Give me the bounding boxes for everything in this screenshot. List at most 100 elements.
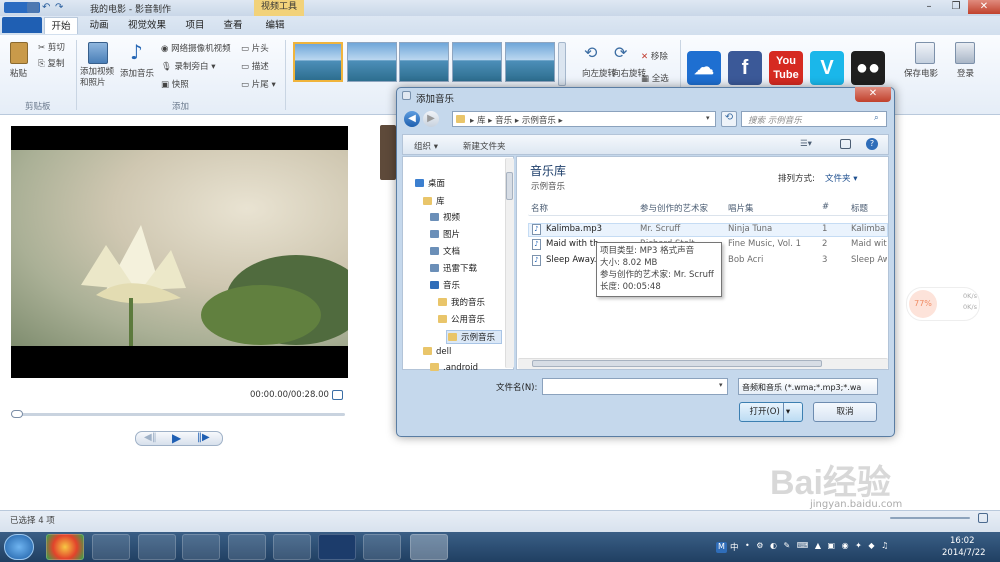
seek-thumb[interactable] [11, 410, 23, 418]
dialog-close-button[interactable]: ✕ [855, 87, 891, 102]
copy-button[interactable]: ⎘ 复制 [38, 57, 65, 69]
view-options-icon[interactable]: ☰▾ [800, 139, 812, 149]
column-number[interactable]: # [822, 202, 829, 212]
theme-thumbnail[interactable] [399, 42, 449, 82]
open-button[interactable]: 打开(O) ▾ [739, 402, 803, 422]
title-button[interactable]: ▭ 片头 [241, 42, 269, 54]
taskbar-sticky-notes-icon[interactable] [92, 534, 130, 560]
add-music-button[interactable]: 添加音乐 [120, 67, 154, 79]
breadcrumb[interactable]: ▸ 库 ▸ 音乐 ▸ 示例音乐 ▸ [470, 114, 563, 126]
webcam-button[interactable]: ◉ 网络摄像机视频 [161, 42, 231, 54]
arrange-dropdown[interactable]: 文件夹 ▾ [825, 172, 857, 184]
timeline-clip[interactable] [380, 125, 396, 180]
paste-icon[interactable] [10, 42, 28, 64]
ime-m-icon[interactable]: M [716, 542, 727, 553]
select-all-button[interactable]: ▦ 全选 [641, 72, 669, 84]
nav-item-7[interactable]: 我的音乐 [438, 296, 485, 308]
back-button[interactable]: ◀ [404, 111, 420, 127]
clock-time[interactable]: 16:02 [950, 536, 975, 546]
nav-item-1[interactable]: 库 [423, 195, 445, 207]
preview-pane-icon[interactable] [840, 139, 851, 149]
nav-item-2[interactable]: 视频 [430, 211, 460, 223]
nav-scroll-thumb[interactable] [506, 172, 513, 200]
clock-date[interactable]: 2014/7/22 [942, 548, 986, 558]
nav-item-10[interactable]: dell [423, 347, 451, 357]
column-title[interactable]: 标题 [851, 202, 868, 214]
tab-visual-effects[interactable]: 视觉效果 [122, 17, 172, 34]
add-video-button[interactable]: 添加视频和照片 [80, 67, 120, 89]
remove-button[interactable]: ✕ 移除 [641, 50, 668, 62]
zoom-slider[interactable] [890, 517, 970, 519]
add-video-icon[interactable] [88, 42, 108, 64]
youtube-icon[interactable]: You Tube [769, 51, 803, 85]
taskbar-phone-app-icon[interactable] [228, 534, 266, 560]
facebook-icon[interactable]: f [728, 51, 762, 85]
tab-home[interactable]: 开始 [44, 17, 78, 34]
refresh-icon[interactable]: ⟲ [721, 111, 737, 127]
paste-label[interactable]: 粘贴 [10, 67, 27, 79]
taskbar-explorer-icon[interactable] [182, 534, 220, 560]
zoom-fit-icon[interactable] [978, 513, 988, 523]
theme-thumbnail[interactable] [293, 42, 343, 82]
close-button[interactable]: ✕ [968, 0, 1000, 14]
previous-frame-icon[interactable]: ◀‖ [144, 432, 157, 443]
nav-item-11[interactable]: .android [430, 363, 478, 373]
narration-button[interactable]: 🎙 录制旁白 ▾ [161, 60, 215, 72]
music-note-icon[interactable]: ♪ [130, 42, 146, 64]
maximize-button[interactable]: ❐ [944, 0, 968, 14]
caption-button[interactable]: ▭ 描述 [241, 60, 269, 72]
horizontal-scroll-thumb[interactable] [532, 360, 822, 367]
tab-project[interactable]: 项目 [178, 17, 212, 34]
filetype-select[interactable]: 音频和音乐 (*.wma;*.mp3;*.wa [738, 378, 878, 395]
file-tab[interactable] [2, 17, 42, 33]
taskbar-word-icon[interactable] [273, 534, 311, 560]
nav-item-6[interactable]: 音乐 [430, 279, 460, 291]
new-folder-button[interactable]: 新建文件夹 [463, 140, 506, 152]
tab-edit[interactable]: 编辑 [258, 17, 292, 34]
taskbar-tool-icon[interactable] [363, 534, 401, 560]
theme-thumbnail[interactable] [347, 42, 397, 82]
nav-item-0[interactable]: 桌面 [415, 177, 445, 189]
filename-dropdown-icon[interactable]: ▾ [719, 381, 723, 389]
rotate-left-button[interactable]: 向左旋转 [582, 67, 616, 79]
save-icon[interactable] [27, 2, 39, 13]
address-dropdown-icon[interactable]: ▾ [706, 114, 710, 122]
onedrive-icon[interactable]: ☁ [687, 51, 721, 85]
cut-button[interactable]: ✂ 剪切 [38, 41, 65, 53]
theme-thumbnail[interactable] [505, 42, 555, 82]
column-artist[interactable]: 参与创作的艺术家 [640, 202, 708, 214]
gallery-scroll[interactable] [558, 42, 566, 86]
theme-thumbnail[interactable] [452, 42, 502, 82]
forward-button[interactable]: ▶ [423, 111, 439, 127]
taskbar-movie-maker-icon[interactable] [410, 534, 448, 560]
flickr-icon[interactable]: ●● [851, 51, 885, 85]
nav-item-3[interactable]: 图片 [430, 228, 460, 240]
taskbar-chrome-icon[interactable] [46, 534, 84, 560]
search-icon[interactable]: ⌕ [874, 113, 879, 123]
address-bar[interactable]: ▸ 库 ▸ 音乐 ▸ 示例音乐 ▸ ▾ [452, 111, 716, 127]
redo-icon[interactable]: ↷ [55, 2, 67, 13]
filename-input[interactable] [542, 378, 728, 395]
ime-language[interactable]: 中 [730, 541, 739, 553]
cancel-button[interactable]: 取消 [813, 402, 877, 422]
rotate-right-icon[interactable]: ⟳ [614, 43, 634, 62]
fullscreen-icon[interactable] [332, 390, 343, 400]
start-button[interactable] [4, 534, 34, 560]
organize-button[interactable]: 组织 ▾ [414, 140, 438, 152]
nav-item-8[interactable]: 公用音乐 [438, 313, 485, 325]
nav-item-4[interactable]: 文档 [430, 245, 460, 257]
rotate-left-icon[interactable]: ⟲ [584, 43, 604, 62]
tray-icons[interactable]: • ⚙ ◐ ✎ ⌨ ▲ ▣ ◉ ✦ ◆ ♫ [745, 541, 890, 550]
snapshot-button[interactable]: ▣ 快照 [161, 78, 189, 90]
search-input[interactable]: 搜索 示例音乐 ⌕ [741, 111, 887, 127]
help-icon[interactable]: ? [866, 138, 878, 150]
seek-bar[interactable] [11, 413, 345, 416]
taskbar-excel-icon[interactable] [138, 534, 176, 560]
column-album[interactable]: 唱片集 [728, 202, 754, 214]
play-icon[interactable]: ▶ [172, 431, 181, 445]
tab-animations[interactable]: 动画 [82, 17, 116, 34]
signin-button[interactable]: 登录 [957, 67, 974, 79]
save-movie-icon[interactable] [915, 42, 935, 64]
taskbar-photoshop-icon[interactable] [318, 534, 356, 560]
undo-icon[interactable]: ↶ [42, 2, 54, 13]
